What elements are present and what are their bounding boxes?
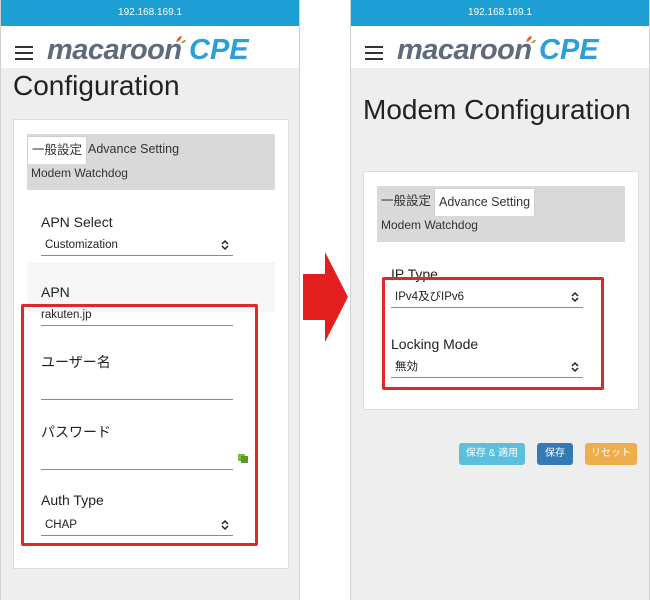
- button-label: リセット: [591, 448, 631, 459]
- tab-general-settings[interactable]: 一般設定: [27, 136, 88, 164]
- logo-text-cpe: CPE: [539, 34, 599, 66]
- select-arrows-icon: [221, 239, 229, 251]
- logo-text-main: macaroon: [397, 34, 532, 66]
- top-navbar: macaroon CPE: [351, 26, 649, 68]
- apn-label: APN: [41, 284, 70, 300]
- logo-leaf-icon: [526, 36, 536, 44]
- button-label: 保存: [545, 448, 565, 459]
- logo-text-main: macaroon: [47, 34, 182, 66]
- tab-label: Modem Watchdog: [31, 166, 128, 180]
- apn-select-label: APN Select: [41, 214, 113, 230]
- save-and-apply-button[interactable]: 保存 & 適用: [459, 443, 525, 465]
- right-screen: 192.168.169.1 macaroon CPE Modem Configu…: [350, 0, 650, 600]
- highlight-box: [382, 277, 604, 390]
- app-logo[interactable]: macaroon CPE: [47, 34, 257, 66]
- hamburger-icon[interactable]: [15, 46, 33, 60]
- right-arrow-icon: [303, 252, 348, 342]
- tab-label: Modem Watchdog: [381, 218, 478, 232]
- button-label: 保存 & 適用: [465, 448, 519, 459]
- page-title: Modem Configuration: [363, 94, 631, 125]
- tab-modem-watchdog[interactable]: Modem Watchdog: [31, 166, 128, 180]
- status-ip: 192.168.169.1: [468, 7, 532, 18]
- apn-select-value: Customization: [45, 239, 118, 251]
- tab-bar: 一般設定 Advance Setting Modem Watchdog: [377, 186, 625, 242]
- reset-button[interactable]: リセット: [585, 443, 637, 465]
- logo-leaf-icon: [176, 36, 186, 44]
- status-bar: 192.168.169.1: [1, 0, 299, 26]
- tab-modem-watchdog[interactable]: Modem Watchdog: [381, 218, 478, 232]
- save-button[interactable]: 保存: [537, 443, 573, 465]
- tab-label: 一般設定: [32, 143, 83, 157]
- tab-bar: 一般設定 Advance Setting Modem Watchdog: [27, 134, 275, 190]
- status-ip: 192.168.169.1: [118, 7, 182, 18]
- tab-advance-setting[interactable]: Advance Setting: [84, 136, 183, 164]
- left-screen: 192.168.169.1 macaroon CPE Configuration…: [0, 0, 300, 600]
- highlight-box: [21, 304, 258, 546]
- hamburger-icon[interactable]: [365, 46, 383, 60]
- tab-label: Advance Setting: [88, 142, 180, 156]
- logo-text-cpe: CPE: [189, 34, 249, 66]
- app-logo[interactable]: macaroon CPE: [397, 34, 607, 66]
- tab-advance-setting[interactable]: Advance Setting: [434, 188, 536, 216]
- page-title: Configuration: [13, 70, 180, 101]
- top-navbar: macaroon CPE: [1, 26, 299, 68]
- tab-general-settings[interactable]: 一般設定: [377, 188, 435, 216]
- status-bar: 192.168.169.1: [351, 0, 649, 26]
- apn-select[interactable]: Customization: [41, 234, 233, 256]
- tab-label: Advance Setting: [439, 195, 531, 209]
- tab-label: 一般設定: [381, 194, 432, 208]
